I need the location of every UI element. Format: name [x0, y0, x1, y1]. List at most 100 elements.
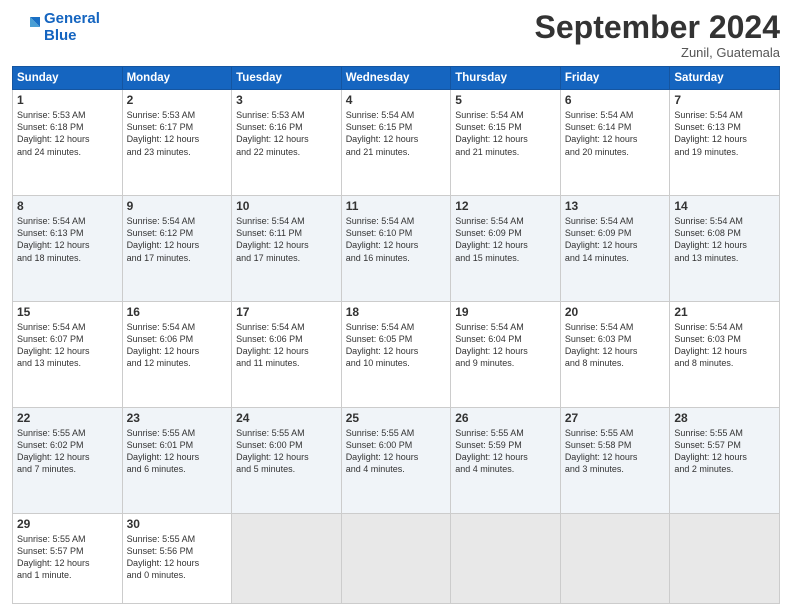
day-info-line: and 15 minutes.	[455, 252, 556, 264]
calendar-table: SundayMondayTuesdayWednesdayThursdayFrid…	[12, 66, 780, 604]
calendar-cell: 24Sunrise: 5:55 AMSunset: 6:00 PMDayligh…	[232, 407, 342, 513]
day-info-line: Sunset: 5:57 PM	[674, 439, 775, 451]
day-info-line: and 6 minutes.	[127, 463, 228, 475]
day-info-line: Daylight: 12 hours	[674, 345, 775, 357]
day-number: 13	[565, 199, 666, 213]
day-info-line: and 7 minutes.	[17, 463, 118, 475]
day-info-line: Daylight: 12 hours	[674, 451, 775, 463]
calendar-cell: 12Sunrise: 5:54 AMSunset: 6:09 PMDayligh…	[451, 196, 561, 302]
logo-text: General Blue	[44, 10, 100, 45]
day-info-line: Sunset: 6:12 PM	[127, 227, 228, 239]
day-info-line: Sunrise: 5:54 AM	[565, 109, 666, 121]
day-info-line: Daylight: 12 hours	[17, 451, 118, 463]
calendar-cell	[670, 513, 780, 603]
header: General Blue September 2024 Zunil, Guate…	[12, 10, 780, 60]
day-info-line: and 23 minutes.	[127, 146, 228, 158]
calendar-cell	[341, 513, 451, 603]
day-number: 2	[127, 93, 228, 107]
day-info-line: Sunset: 6:05 PM	[346, 333, 447, 345]
day-number: 21	[674, 305, 775, 319]
day-info-line: Sunset: 5:57 PM	[17, 545, 118, 557]
day-info-line: Sunrise: 5:54 AM	[674, 109, 775, 121]
day-info-line: and 14 minutes.	[565, 252, 666, 264]
day-number: 5	[455, 93, 556, 107]
calendar-header-thursday: Thursday	[451, 67, 561, 90]
day-info-line: Daylight: 12 hours	[236, 239, 337, 251]
day-info-line: Sunset: 6:13 PM	[17, 227, 118, 239]
day-info-line: Sunrise: 5:53 AM	[17, 109, 118, 121]
day-info-line: and 4 minutes.	[346, 463, 447, 475]
day-number: 24	[236, 411, 337, 425]
day-info-line: Sunrise: 5:53 AM	[127, 109, 228, 121]
calendar-cell: 1Sunrise: 5:53 AMSunset: 6:18 PMDaylight…	[13, 90, 123, 196]
day-info-line: Sunrise: 5:55 AM	[17, 427, 118, 439]
calendar-cell: 25Sunrise: 5:55 AMSunset: 6:00 PMDayligh…	[341, 407, 451, 513]
day-info-line: Sunrise: 5:55 AM	[127, 533, 228, 545]
calendar-cell: 11Sunrise: 5:54 AMSunset: 6:10 PMDayligh…	[341, 196, 451, 302]
calendar-cell: 22Sunrise: 5:55 AMSunset: 6:02 PMDayligh…	[13, 407, 123, 513]
day-info-line: and 5 minutes.	[236, 463, 337, 475]
day-info-line: Daylight: 12 hours	[455, 133, 556, 145]
day-info-line: Sunset: 6:18 PM	[17, 121, 118, 133]
day-info-line: Sunset: 6:08 PM	[674, 227, 775, 239]
day-info-line: Daylight: 12 hours	[565, 239, 666, 251]
calendar-header-friday: Friday	[560, 67, 670, 90]
day-info-line: Sunrise: 5:54 AM	[127, 321, 228, 333]
day-info-line: Sunset: 6:03 PM	[674, 333, 775, 345]
calendar-cell: 14Sunrise: 5:54 AMSunset: 6:08 PMDayligh…	[670, 196, 780, 302]
calendar-cell: 26Sunrise: 5:55 AMSunset: 5:59 PMDayligh…	[451, 407, 561, 513]
day-info-line: Sunrise: 5:54 AM	[674, 321, 775, 333]
day-info-line: Sunrise: 5:54 AM	[346, 109, 447, 121]
day-number: 27	[565, 411, 666, 425]
calendar-week-2: 8Sunrise: 5:54 AMSunset: 6:13 PMDaylight…	[13, 196, 780, 302]
day-info-line: Sunrise: 5:54 AM	[455, 109, 556, 121]
day-info-line: Daylight: 12 hours	[346, 345, 447, 357]
calendar-cell: 30Sunrise: 5:55 AMSunset: 5:56 PMDayligh…	[122, 513, 232, 603]
calendar-cell: 10Sunrise: 5:54 AMSunset: 6:11 PMDayligh…	[232, 196, 342, 302]
day-number: 12	[455, 199, 556, 213]
day-info-line: and 18 minutes.	[17, 252, 118, 264]
day-info-line: Sunset: 6:14 PM	[565, 121, 666, 133]
calendar-cell: 19Sunrise: 5:54 AMSunset: 6:04 PMDayligh…	[451, 301, 561, 407]
day-info-line: Sunrise: 5:55 AM	[346, 427, 447, 439]
day-info-line: Sunset: 6:09 PM	[565, 227, 666, 239]
calendar-cell: 13Sunrise: 5:54 AMSunset: 6:09 PMDayligh…	[560, 196, 670, 302]
day-info-line: Sunrise: 5:55 AM	[127, 427, 228, 439]
calendar-cell: 28Sunrise: 5:55 AMSunset: 5:57 PMDayligh…	[670, 407, 780, 513]
day-number: 7	[674, 93, 775, 107]
day-info-line: and 22 minutes.	[236, 146, 337, 158]
day-number: 3	[236, 93, 337, 107]
day-info-line: Sunrise: 5:53 AM	[236, 109, 337, 121]
day-info-line: Sunrise: 5:54 AM	[346, 321, 447, 333]
day-info-line: Sunset: 6:04 PM	[455, 333, 556, 345]
day-info-line: Daylight: 12 hours	[127, 557, 228, 569]
day-info-line: Daylight: 12 hours	[346, 133, 447, 145]
day-info-line: Daylight: 12 hours	[17, 239, 118, 251]
day-info-line: Daylight: 12 hours	[17, 557, 118, 569]
day-info-line: Sunrise: 5:54 AM	[236, 321, 337, 333]
day-info-line: Sunset: 6:07 PM	[17, 333, 118, 345]
day-info-line: and 9 minutes.	[455, 357, 556, 369]
calendar-cell: 17Sunrise: 5:54 AMSunset: 6:06 PMDayligh…	[232, 301, 342, 407]
calendar-header-wednesday: Wednesday	[341, 67, 451, 90]
day-info-line: and 3 minutes.	[565, 463, 666, 475]
calendar-cell	[232, 513, 342, 603]
day-info-line: and 2 minutes.	[674, 463, 775, 475]
logo: General Blue	[12, 10, 100, 45]
day-number: 28	[674, 411, 775, 425]
day-number: 8	[17, 199, 118, 213]
day-number: 25	[346, 411, 447, 425]
day-info-line: Sunrise: 5:54 AM	[127, 215, 228, 227]
day-info-line: Daylight: 12 hours	[127, 451, 228, 463]
calendar-cell: 27Sunrise: 5:55 AMSunset: 5:58 PMDayligh…	[560, 407, 670, 513]
day-info-line: Sunset: 6:17 PM	[127, 121, 228, 133]
calendar-header-saturday: Saturday	[670, 67, 780, 90]
day-info-line: and 1 minute.	[17, 569, 118, 581]
day-info-line: and 0 minutes.	[127, 569, 228, 581]
day-number: 10	[236, 199, 337, 213]
day-info-line: Daylight: 12 hours	[455, 239, 556, 251]
day-info-line: Sunrise: 5:54 AM	[17, 215, 118, 227]
calendar-cell: 21 Sunrise: 5:54 AMSunset: 6:03 PMDayligh…	[670, 301, 780, 407]
calendar-cell	[560, 513, 670, 603]
calendar-header-tuesday: Tuesday	[232, 67, 342, 90]
